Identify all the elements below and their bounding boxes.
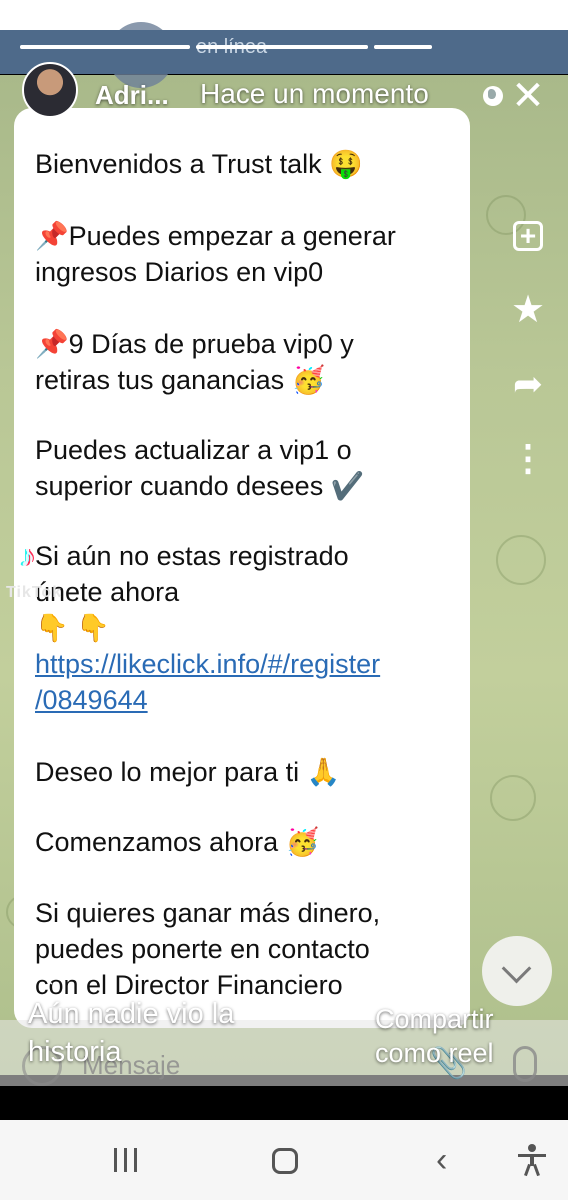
story-avatar[interactable] — [22, 62, 78, 118]
message-paragraph: Puedes actualizar a vip1 o superior cuan… — [35, 435, 365, 501]
message-paragraph: 📌9 Días de prueba vip0 y retiras tus gan… — [35, 329, 354, 395]
accessibility-icon[interactable] — [518, 1144, 546, 1177]
message-paragraph: Si quieres ganar más dinero, puedes pone… — [35, 898, 381, 1000]
story-time: Hace un momento — [200, 78, 429, 109]
telegram-header — [0, 30, 568, 74]
story-progress-1 — [20, 45, 190, 49]
more-icon[interactable]: ⋮ — [506, 436, 550, 480]
star-icon[interactable]: ★ — [506, 288, 550, 332]
add-to-story-icon[interactable] — [507, 215, 551, 259]
share-icon[interactable]: ➦ — [506, 362, 550, 406]
message-line-welcome: Bienvenidos a Trust talk 🤑 — [35, 149, 363, 179]
tiktok-icon: ♪ — [20, 540, 35, 573]
tiktok-label: TikTok — [6, 584, 63, 601]
story-viewers-text[interactable]: Aún nadie vio la historia — [28, 995, 328, 1071]
message-paragraph: 📌Puedes empezar a generar ingresos Diari… — [35, 221, 396, 287]
story-progress-3 — [374, 45, 432, 49]
background-doodle — [496, 535, 546, 585]
back-icon[interactable]: ‹ — [436, 1143, 447, 1177]
close-icon[interactable]: ✕ — [508, 76, 548, 116]
globe-icon — [483, 86, 503, 106]
scroll-down-button — [482, 936, 552, 1006]
home-icon[interactable] — [272, 1148, 298, 1174]
message-paragraph: Comenzamos ahora 🥳 — [35, 827, 320, 857]
story-progress-2 — [196, 45, 368, 49]
message-emojis: 👇 👇 — [35, 613, 110, 643]
recent-apps-icon[interactable] — [112, 1148, 140, 1172]
story-bottom-bar — [0, 1086, 568, 1120]
message-paragraph: Si aún no estas registrado únete ahora — [35, 541, 349, 607]
register-link[interactable]: https://likeclick.info/#/register /08496… — [35, 646, 380, 718]
reel-icon[interactable] — [421, 946, 461, 986]
story-user-name[interactable]: Adri... — [95, 80, 169, 111]
chevron-up-icon[interactable]: ︿ — [30, 964, 54, 988]
message-paragraph: Deseo lo mejor para ti 🙏 — [35, 757, 341, 787]
background-doodle — [490, 775, 536, 821]
share-as-reel-button[interactable]: Compartir como reel — [375, 1002, 555, 1070]
